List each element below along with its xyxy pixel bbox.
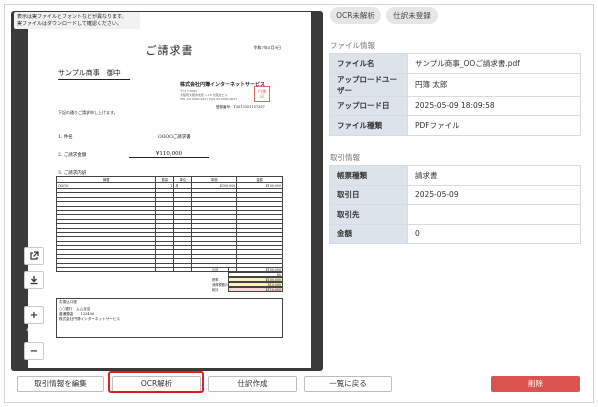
invoice-table: 摘要 数量 単位 単価 金額 OOOO 1 月 ¥100,000 ¥100,00…: [55, 176, 283, 273]
invoice-address: 〒117-5047 大阪府大阪市北区 1-18 大阪北ビル TEL 03 090…: [180, 89, 238, 101]
total-line-value: ¥0: [228, 272, 283, 277]
file-info-heading: ファイル情報: [330, 41, 375, 50]
viewer-notice: 表示は実ファイルとフォントなどが異なります。 実ファイルはダウンロードして確認く…: [14, 12, 140, 29]
field-label: 帳票種類: [329, 165, 408, 186]
grand-total-value: ¥110,000: [228, 287, 283, 292]
subject-value: OOOOご請求書: [158, 135, 191, 140]
field-value: [407, 204, 581, 225]
remarks-text: ○○銀行 ムム支店 普通預金 123456 株式会社円簿インターネットサービス: [59, 307, 121, 321]
field-value: サンプル商事_OOご請求書.pdf: [407, 53, 581, 74]
zoom-in-button[interactable]: +: [24, 306, 44, 324]
field-label: ファイル名: [329, 53, 408, 74]
edit-trade-button[interactable]: 取引情報を編集: [17, 376, 104, 392]
subtotal-label: 小計: [212, 268, 219, 272]
back-to-list-button[interactable]: 一覧に戻る: [304, 376, 392, 392]
open-external-button[interactable]: [24, 247, 44, 265]
invoice-company: 株式会社円簿インターネットサービス: [180, 82, 266, 88]
field-value: 請求書: [407, 165, 581, 186]
amount-value: ¥110,000: [129, 151, 209, 158]
invoice-reg-no: 登録番号：T3013301157397: [216, 105, 265, 109]
grand-total-label: 総計: [212, 288, 219, 292]
field-value: 0: [407, 223, 581, 244]
ocr-status-badge: OCR未解析: [330, 7, 381, 24]
subtotal-value: ¥100,000: [228, 267, 283, 272]
file-info-table: ファイル名 サンプル商事_OOご請求書.pdf アップロードユーザー 円簿 太郎 ア…: [329, 53, 581, 136]
ocr-button-highlight: [108, 371, 204, 393]
zoom-level: 46%: [26, 326, 42, 334]
remarks-title: お振込口座: [59, 300, 77, 304]
subject-label: 1. 件名: [58, 135, 73, 140]
table-row: 帳票種類 請求書: [329, 165, 581, 186]
trade-info-table: 帳票種類 請求書 取引日 2025-05-09 取引先 金額 0: [329, 165, 581, 244]
field-label: アップロードユーザー: [329, 72, 408, 97]
tax-value: ¥10,000: [228, 282, 283, 287]
field-label: 取引先: [329, 204, 408, 225]
external-link-icon: [30, 251, 39, 260]
zoom-out-button[interactable]: −: [24, 342, 44, 360]
table-row: ファイル名 サンプル商事_OOご請求書.pdf: [329, 53, 581, 74]
field-value: 円簿 太郎: [407, 72, 581, 97]
table-row: 取引先: [329, 204, 581, 225]
table-row: 取引日 2025-05-09: [329, 184, 581, 205]
remarks-box: お振込口座 ○○銀行 ムム支店 普通預金 123456 株式会社円簿インターネッ…: [56, 298, 283, 338]
invoice-intro: 下記の通りご請求申し上げます。: [58, 110, 118, 115]
amount-label: 2. ご請求金額: [58, 153, 87, 158]
journal-status-badge: 仕訳未登録: [386, 7, 438, 24]
download-icon: [30, 276, 38, 285]
tax-base-value: ¥100,000: [228, 277, 283, 282]
table-row: 金額 0: [329, 223, 581, 244]
create-journal-button[interactable]: 仕訳作成: [208, 376, 297, 392]
field-label: ファイル種類: [329, 115, 408, 136]
invoice-page: 令和7年5月9日 ご請求書 サンプル商事 御中 株式会社円簿インターネットサービ…: [28, 12, 311, 368]
field-label: 金額: [329, 223, 408, 244]
field-label: 取引日: [329, 184, 408, 205]
field-value: 2025-05-09 18:09:58: [407, 95, 581, 116]
trade-info-heading: 取引情報: [330, 153, 360, 162]
field-value: PDFファイル: [407, 115, 581, 136]
invoice-title: ご請求書: [145, 44, 194, 57]
table-row: アップロード日 2025-05-09 18:09:58: [329, 95, 581, 116]
download-button[interactable]: [24, 271, 44, 289]
company-seal: 円簿 印: [254, 86, 270, 102]
invoice-client: サンプル商事 御中: [58, 68, 130, 80]
delete-button[interactable]: 削除: [491, 376, 580, 392]
table-row: アップロードユーザー 円簿 太郎: [329, 72, 581, 97]
table-row: ファイル種類 PDFファイル: [329, 115, 581, 136]
field-label: アップロード日: [329, 95, 408, 116]
field-value: 2025-05-09: [407, 184, 581, 205]
